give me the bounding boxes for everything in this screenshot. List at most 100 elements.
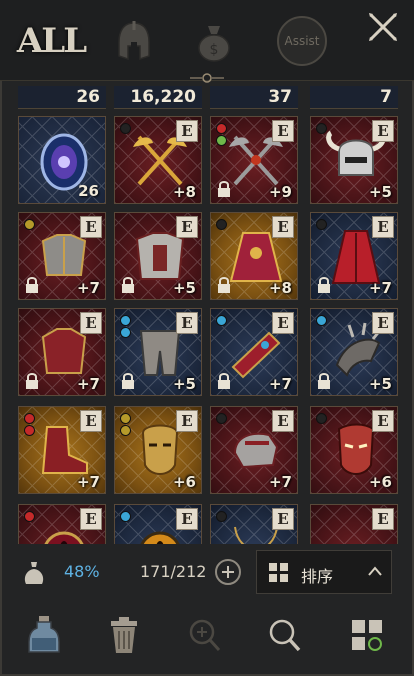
equipped-badge: E [176, 508, 198, 530]
close-icon[interactable] [364, 8, 402, 46]
assist-label: Assist [284, 34, 320, 48]
svg-text:$: $ [210, 42, 219, 58]
enhance-level: +7 [76, 375, 100, 393]
gem-socket-icon [24, 413, 35, 424]
inventory-slot[interactable]: E +8 [114, 116, 202, 204]
tab-all-label: ALL [16, 21, 87, 61]
inventory-slot[interactable]: E +5 [114, 212, 202, 300]
tab-all[interactable]: ALL [17, 16, 87, 66]
enhance-level: +6 [172, 473, 196, 491]
enhance-level: +5 [368, 375, 392, 393]
stack-count: 26 [78, 182, 99, 200]
gem-socket-icon [120, 413, 131, 424]
sort-button[interactable]: 排序 [256, 550, 392, 594]
expand-slots-button[interactable] [215, 559, 241, 585]
equipped-badge: E [176, 312, 198, 334]
inventory-slot[interactable]: E [210, 504, 298, 544]
gem-socket-icon [216, 413, 227, 424]
equipped-badge: E [372, 312, 394, 334]
inventory-slot[interactable]: E +7 [210, 308, 298, 396]
lock-icon [24, 276, 40, 294]
category-tabs: ALL $ Assist [0, 0, 414, 83]
inventory-slot[interactable]: E +7 [18, 406, 106, 494]
equipped-badge: E [272, 508, 294, 530]
equipped-badge: E [80, 508, 102, 530]
weight-bag-icon [24, 562, 44, 584]
gem-socket-icon [24, 511, 35, 522]
potion-icon[interactable] [24, 614, 64, 656]
equipped-badge: E [272, 312, 294, 334]
enhance-level: +5 [368, 183, 392, 201]
inventory-slot[interactable]: E +5 [114, 308, 202, 396]
gem-socket-icon [316, 315, 327, 326]
equipped-badge: E [80, 312, 102, 334]
enhance-level: +7 [76, 279, 100, 297]
equipped-badge: E [272, 216, 294, 238]
tab-money-bag[interactable]: $ [190, 16, 238, 66]
gem-socket-icon [216, 315, 227, 326]
enhance-level: +5 [172, 279, 196, 297]
inventory-slot[interactable]: E +6 [310, 406, 398, 494]
inventory-slot[interactable]: E +8 [210, 212, 298, 300]
inventory-slot[interactable]: E +7 [18, 212, 106, 300]
gem-socket-icon [216, 123, 227, 134]
enhance-level: +8 [172, 183, 196, 201]
equipped-badge: E [372, 410, 394, 432]
lock-icon [120, 276, 136, 294]
enhance-level: +6 [368, 473, 392, 491]
equipped-badge: E [80, 410, 102, 432]
zoom-in-icon[interactable] [184, 614, 224, 656]
inventory-slot[interactable]: E +6 [114, 406, 202, 494]
divider-ornament-icon [190, 73, 224, 83]
enhance-level: +5 [172, 375, 196, 393]
lock-icon [120, 372, 136, 390]
equipped-badge: E [176, 216, 198, 238]
grid-icon [269, 563, 288, 582]
equipped-badge: E [372, 216, 394, 238]
inventory-slot[interactable]: E +5 [310, 116, 398, 204]
lock-icon [316, 372, 332, 390]
capacity-percent: 48% [64, 562, 100, 581]
gem-socket-icon [316, 123, 327, 134]
helmet-icon [118, 21, 150, 61]
tab-helmet[interactable] [110, 16, 158, 66]
equipped-badge: E [80, 216, 102, 238]
equipped-badge: E [176, 410, 198, 432]
gem-socket-icon [24, 425, 35, 436]
gem-socket-icon [24, 219, 35, 230]
inventory-slot[interactable]: E +5 [310, 308, 398, 396]
gem-socket-icon [120, 425, 131, 436]
enhance-level: +7 [368, 279, 392, 297]
bottom-toolbar [0, 608, 414, 672]
inventory-slot[interactable]: E [18, 504, 106, 544]
equipped-badge: E [372, 508, 394, 530]
inventory-grid: 26 E +8 E +9 E +5 E +7 E +5 E +8 E +7 E +7 E +5 E +7 E +5 E +7 E +… [18, 86, 402, 544]
layout-grid-icon[interactable] [348, 614, 388, 656]
trash-icon[interactable] [104, 614, 144, 656]
inventory-slot[interactable]: E +7 [18, 308, 106, 396]
equipped-badge: E [176, 120, 198, 142]
tab-assist[interactable]: Assist [276, 16, 328, 66]
enhance-level: +7 [268, 375, 292, 393]
equipped-badge: E [372, 120, 394, 142]
inventory-slot[interactable]: E +9 [210, 116, 298, 204]
inventory-slot[interactable]: E +7 [210, 406, 298, 494]
gem-socket-icon [120, 327, 131, 338]
inventory-slot[interactable]: E [114, 504, 202, 544]
lock-icon [216, 180, 232, 198]
gem-socket-icon [216, 511, 227, 522]
gem-socket-icon [120, 511, 131, 522]
inventory-slot[interactable]: E [310, 504, 398, 544]
gem-socket-icon [120, 123, 131, 134]
equipped-badge: E [272, 120, 294, 142]
gem-socket-icon [120, 315, 131, 326]
inventory-slot[interactable]: 26 [18, 116, 106, 204]
lock-icon [24, 372, 40, 390]
equipped-badge: E [272, 410, 294, 432]
enhance-level: +7 [76, 473, 100, 491]
search-icon[interactable] [264, 614, 304, 656]
enhance-level: +7 [268, 473, 292, 491]
inventory-status-bar: 48% 171/212 排序 [0, 548, 414, 600]
inventory-slot[interactable]: E +7 [310, 212, 398, 300]
gem-socket-icon [316, 413, 327, 424]
